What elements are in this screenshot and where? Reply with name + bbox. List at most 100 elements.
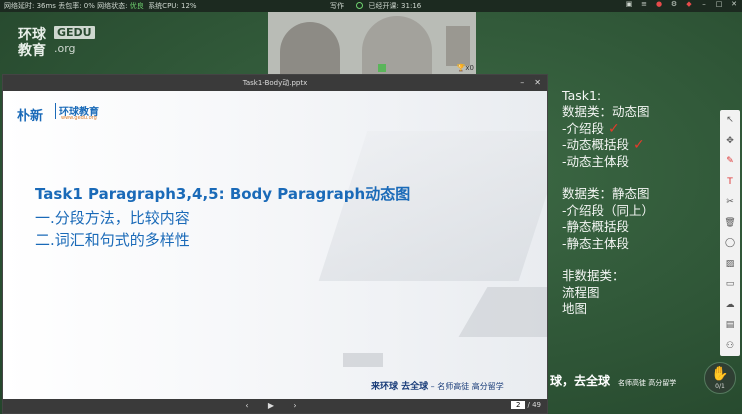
cursor-icon[interactable]: ↖ xyxy=(720,110,740,131)
note-text: -介绍段 xyxy=(562,120,605,136)
slide-point-1: 一.分段方法，比较内容 xyxy=(35,209,190,227)
trophy-count: x0 xyxy=(465,64,474,72)
slide-canvas: 朴新 环球教育 www.gedu.org Task1 Paragraph3,4,… xyxy=(3,91,547,399)
play-icon[interactable]: ▶ xyxy=(265,400,277,412)
current-page-input[interactable]: 2 xyxy=(511,401,526,409)
hand-count: 0/1 xyxy=(715,383,725,390)
participant-blur xyxy=(280,22,340,74)
settings-icon[interactable]: ⚙ xyxy=(670,0,678,8)
presentation-window[interactable]: Task1-Body动.pptx – ✕ 朴新 环球教育 www.gedu.or… xyxy=(2,74,548,414)
note-line: -静态主体段 xyxy=(562,236,717,252)
cloud-icon[interactable]: ☁ xyxy=(720,295,740,316)
slide-brand-url: www.gedu.org xyxy=(61,115,97,121)
status-bar: 网络延时: 36ms 丢包率: 0% 网络状态: 优良 系统CPU: 12% 写… xyxy=(0,0,742,12)
text-icon[interactable]: T xyxy=(720,172,740,193)
trophy-counter: 🏆x0 xyxy=(457,64,474,72)
slide-point-2: 二.词汇和句式的多样性 xyxy=(35,231,190,249)
restore-icon[interactable]: □ xyxy=(715,0,723,8)
network-value: 优良 xyxy=(129,2,144,10)
note-line: 数据类：静态图 xyxy=(562,186,717,202)
note-line: 非数据类： xyxy=(562,268,717,284)
note-text: -介绍段（同上） xyxy=(562,202,655,218)
hand-icon: ✋ xyxy=(711,366,729,382)
alert-icon[interactable]: ◆ xyxy=(685,0,693,8)
presentation-title: Task1-Body动.pptx xyxy=(242,79,308,87)
prev-slide-icon[interactable]: ‹ xyxy=(241,400,253,412)
checkmark-icon: ✓ xyxy=(608,120,620,137)
circle-icon[interactable]: ◯ xyxy=(720,233,740,254)
camera-icon[interactable]: ▣ xyxy=(625,0,633,8)
scissors-icon[interactable]: ✂ xyxy=(720,192,740,213)
note-line: 流程图 xyxy=(562,285,717,301)
network-stats: 网络延时: 36ms 丢包率: 0% 网络状态: 优良 系统CPU: 12% xyxy=(4,0,197,12)
note-text: -动态概括段 xyxy=(562,137,630,153)
note-line: -介绍段（同上） xyxy=(562,203,717,219)
minimize-icon[interactable]: – xyxy=(700,0,708,8)
video-feed: 🏆x0 xyxy=(268,12,476,74)
slide-footer-sub: – 名师高徒 高分留学 xyxy=(428,382,504,391)
note-text: 数据类：静态图 xyxy=(562,186,650,202)
note-line: 数据类：动态图 xyxy=(562,104,717,120)
slide-navigation: ‹ ▶ › 2 / 49 xyxy=(3,399,547,413)
note-line: -介绍段 ✓ xyxy=(562,121,717,137)
note-line: -动态主体段 xyxy=(562,154,717,170)
close-icon[interactable]: ✕ xyxy=(534,75,541,91)
group-icon[interactable]: ⚇ xyxy=(720,336,740,357)
box-icon[interactable]: ▤ xyxy=(720,315,740,336)
phone-background-image xyxy=(343,353,383,367)
next-slide-icon[interactable]: › xyxy=(289,400,301,412)
pen-icon[interactable]: ✎ xyxy=(720,151,740,172)
presentation-window-controls: – ✕ xyxy=(520,75,541,91)
green-tag-icon xyxy=(378,64,386,72)
note-text: 流程图 xyxy=(562,284,600,300)
move-icon[interactable]: ✥ xyxy=(720,131,740,152)
slide-footer-main: 来环球 去全球 xyxy=(371,382,429,392)
board-notes: Task1: 数据类：动态图 -介绍段 ✓ -动态概括段 ✓ -动态主体段 数据类：静态图 -介… xyxy=(562,88,717,317)
note-text: -静态概括段 xyxy=(562,219,630,235)
latency-text: 网络延时: 36ms xyxy=(4,2,56,10)
logo-line2: 教育 xyxy=(18,43,46,59)
image-icon[interactable]: ▨ xyxy=(720,254,740,275)
close-icon[interactable]: ✕ xyxy=(730,0,738,8)
board-slogan: 球，去全球 名师高徒 高分留学 xyxy=(550,372,676,389)
note-line: -静态概括段 xyxy=(562,219,717,235)
network-label: 网络状态: xyxy=(97,2,128,10)
window-controls: ▣ ≡ ● ⚙ ◆ – □ ✕ xyxy=(625,0,738,8)
participant-blur xyxy=(362,16,432,74)
laptop-background-image xyxy=(318,131,547,281)
write-button[interactable]: 写作 xyxy=(330,2,344,10)
list-icon[interactable]: ≡ xyxy=(640,0,648,8)
checkmark-icon: ✓ xyxy=(633,137,645,154)
slide-nav-buttons: ‹ ▶ › xyxy=(241,400,301,412)
keyboard-background-image xyxy=(458,287,547,337)
note-text: 地图 xyxy=(562,301,588,317)
gedu-logo: 环球 GEDU 教育 .org xyxy=(18,24,98,59)
logo-org: .org xyxy=(54,42,76,55)
note-line: -动态概括段 ✓ xyxy=(562,137,717,153)
minimize-icon[interactable]: – xyxy=(520,75,524,91)
record-icon[interactable]: ● xyxy=(655,0,663,8)
total-pages: / 49 xyxy=(527,401,542,409)
note-text: -静态主体段 xyxy=(562,235,630,251)
note-text: 数据类：动态图 xyxy=(562,104,650,120)
note-line: 地图 xyxy=(562,301,717,317)
elapsed-time: 已经开课: 31:16 xyxy=(368,2,422,10)
note-line xyxy=(562,252,717,268)
page-indicator: 2 / 49 xyxy=(511,401,541,409)
slogan-main: 球，去全球 xyxy=(550,374,611,388)
participant-blur xyxy=(446,26,470,66)
note-line: Task1: xyxy=(562,88,717,104)
logo-gedu: GEDU xyxy=(54,26,95,39)
note-line xyxy=(562,170,717,186)
chat-icon[interactable]: ▭ xyxy=(720,274,740,295)
brand-divider xyxy=(55,103,56,119)
presentation-titlebar[interactable]: Task1-Body动.pptx – ✕ xyxy=(3,75,547,91)
class-timer: 写作 已经开课: 31:16 xyxy=(330,0,421,12)
note-text: 非数据类： xyxy=(562,268,625,284)
note-text: Task1: xyxy=(562,88,602,103)
slide-title: Task1 Paragraph3,4,5: Body Paragraph动态图 xyxy=(35,185,411,203)
trash-icon[interactable]: 🗑 xyxy=(720,213,740,234)
drawing-toolbar: ↖ ✥ ✎ T ✂ 🗑 ◯ ▨ ▭ ☁ ▤ ⚇ xyxy=(720,110,740,356)
loss-text: 丢包率: 0% xyxy=(58,2,95,10)
raise-hand-button[interactable]: ✋ 0/1 xyxy=(704,362,736,394)
